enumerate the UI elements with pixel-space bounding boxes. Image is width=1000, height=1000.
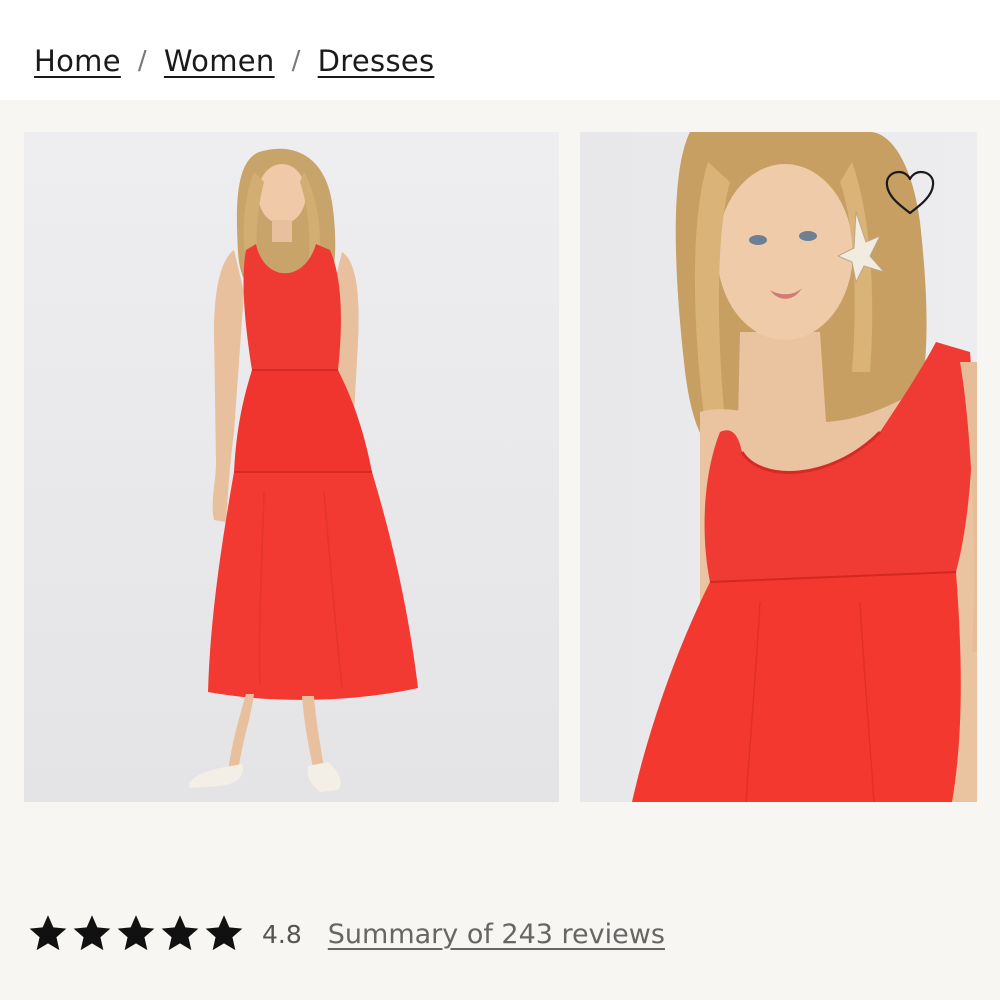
star-icon: [70, 912, 114, 956]
product-image-full-length[interactable]: [24, 132, 559, 802]
star-rating: [26, 912, 246, 956]
reviews-summary-link[interactable]: Summary of 243 reviews: [328, 919, 665, 950]
wishlist-button[interactable]: [882, 168, 938, 218]
page-header: Home / Women / Dresses: [0, 0, 1000, 100]
star-icon: [114, 912, 158, 956]
heart-outline-icon: [885, 170, 935, 215]
breadcrumb-separator: /: [137, 46, 147, 76]
product-rating: 4.8 Summary of 243 reviews: [26, 912, 665, 956]
breadcrumb-women-link[interactable]: Women: [164, 44, 275, 78]
star-icon: [158, 912, 202, 956]
breadcrumb-dresses-link[interactable]: Dresses: [318, 44, 435, 78]
breadcrumb-home-link[interactable]: Home: [34, 44, 121, 78]
breadcrumb-separator: /: [291, 46, 301, 76]
breadcrumb: Home / Women / Dresses: [34, 44, 434, 78]
rating-value: 4.8: [262, 919, 302, 949]
star-icon: [202, 912, 246, 956]
star-icon: [26, 912, 70, 956]
model-close-up-illustration: [580, 132, 977, 802]
model-full-length-illustration: [24, 132, 559, 802]
product-image-close-up[interactable]: [580, 132, 977, 802]
